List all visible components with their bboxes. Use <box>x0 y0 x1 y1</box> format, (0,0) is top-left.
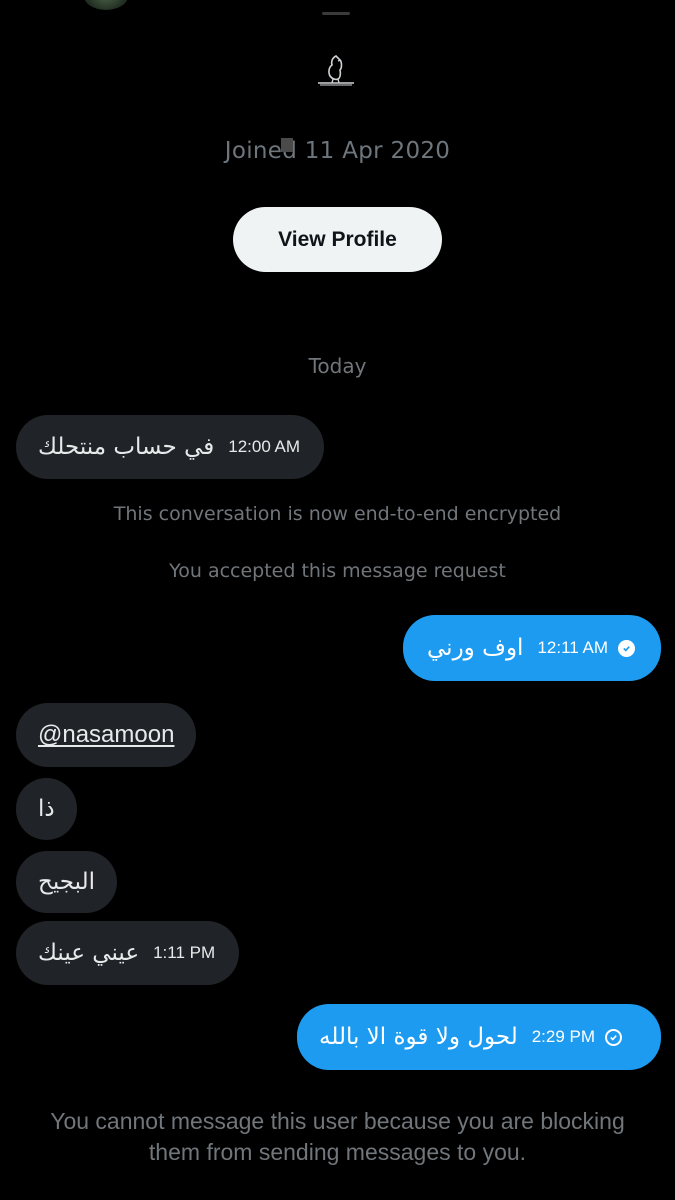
message-bubble-incoming[interactable]: في حساب منتحلك 12:00 AM <box>16 415 325 479</box>
joined-text: Joined 11 Apr 2020 <box>224 138 451 164</box>
message-text: اوف ورني <box>427 635 524 661</box>
read-receipt-icon <box>618 639 636 657</box>
message-bubble-incoming[interactable]: عيني عينك 1:11 PM <box>16 921 240 985</box>
message-time: 12:11 AM <box>537 638 609 657</box>
mention-link[interactable]: @nasamoon <box>38 721 174 749</box>
avatar[interactable] <box>84 0 128 10</box>
message-text: عيني عينك <box>38 940 140 966</box>
top-divider <box>322 12 350 15</box>
message-text: في حساب منتحلك <box>38 434 215 460</box>
joined-date: Joined 11 Apr 2020 <box>0 138 675 164</box>
message-text: ذا <box>38 796 55 822</box>
message-time: 1:11 PM <box>153 943 216 962</box>
request-accepted-notice: You accepted this message request <box>169 560 506 582</box>
message-bubble-incoming[interactable]: ذا <box>16 778 77 840</box>
message-bubble-outgoing[interactable]: لحول ولا قوة الا بالله 2:29 PM <box>297 1004 661 1070</box>
message-bubble-outgoing[interactable]: اوف ورني 12:11 AM <box>403 615 661 681</box>
encryption-notice: This conversation is now end-to-end encr… <box>113 503 562 525</box>
message-time: 12:00 AM <box>228 437 301 456</box>
blocked-notice: You cannot message this user because you… <box>50 1108 625 1165</box>
view-profile-button[interactable]: View Profile <box>233 207 442 272</box>
owl-emblem-icon <box>318 55 354 86</box>
message-time: 2:29 PM <box>531 1027 596 1046</box>
redaction-block <box>280 138 293 152</box>
message-text: البجيح <box>38 869 95 895</box>
date-separator: Today <box>308 354 367 378</box>
message-text: لحول ولا قوة الا بالله <box>319 1024 518 1050</box>
message-bubble-incoming[interactable]: @nasamoon <box>16 703 197 767</box>
message-bubble-incoming[interactable]: البجيح <box>16 851 117 913</box>
sent-receipt-icon <box>605 1028 623 1046</box>
